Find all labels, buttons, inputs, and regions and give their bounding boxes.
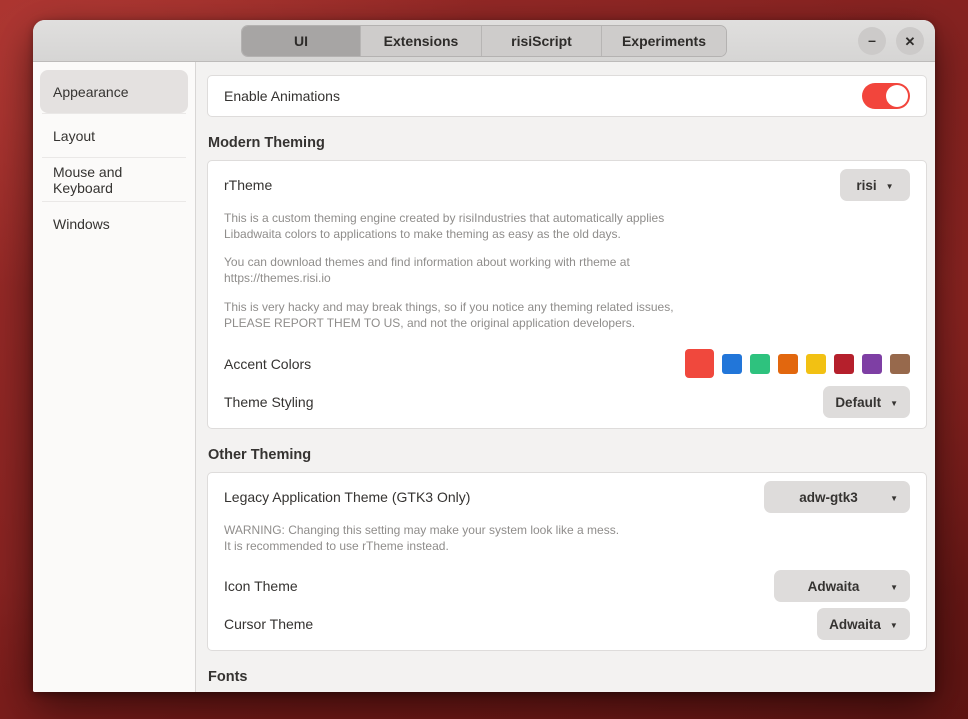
sidebar: Appearance Layout Mouse and Keyboard Win…	[33, 62, 196, 692]
sidebar-item-appearance[interactable]: Appearance	[40, 70, 188, 113]
tab-risiscript[interactable]: risiScript	[482, 26, 602, 56]
legacy-theme-row: Legacy Application Theme (GTK3 Only) adw…	[208, 473, 926, 515]
theme-styling-label: Theme Styling	[224, 394, 314, 410]
legacy-theme-dropdown[interactable]: adw-gtk3 ▼	[764, 481, 910, 513]
close-icon: ✕	[904, 33, 916, 49]
window-controls: – ✕	[858, 27, 924, 55]
accent-colors-label: Accent Colors	[224, 355, 312, 372]
modern-theming-card: rTheme risi ▼ This is a custom theming e…	[207, 160, 927, 429]
icon-theme-row: Icon Theme Adwaita ▼	[208, 566, 926, 602]
enable-animations-row: Enable Animations	[208, 76, 926, 116]
legacy-theme-value: adw-gtk3	[799, 489, 858, 505]
tab-group: UI Extensions risiScript Experiments	[241, 25, 727, 57]
section-header-other-theming: Other Theming	[208, 447, 312, 463]
accent-swatch-green[interactable]	[750, 353, 770, 374]
cursor-theme-row: Cursor Theme Adwaita ▼	[208, 602, 926, 650]
chevron-down-icon: ▼	[890, 398, 898, 408]
icon-theme-label: Icon Theme	[224, 578, 298, 594]
rtheme-download-info: You can download themes and find informa…	[224, 255, 630, 285]
rtheme-row: rTheme risi ▼	[208, 161, 926, 203]
other-theming-card: Legacy Application Theme (GTK3 Only) adw…	[207, 472, 927, 651]
section-header-fonts: Fonts	[208, 669, 248, 685]
accent-swatch-purple[interactable]	[862, 353, 882, 374]
enable-animations-card: Enable Animations	[207, 75, 927, 117]
tab-experiments[interactable]: Experiments	[602, 26, 726, 56]
chevron-down-icon: ▼	[890, 493, 898, 503]
rtheme-dropdown[interactable]: risi ▼	[840, 169, 910, 201]
toggle-knob	[886, 85, 908, 107]
chevron-down-icon: ▼	[889, 620, 898, 630]
theme-styling-row: Theme Styling Default ▼	[208, 380, 926, 428]
rtheme-value: risi	[856, 177, 877, 193]
tab-ui[interactable]: UI	[242, 26, 361, 56]
minimize-button[interactable]: –	[858, 27, 886, 55]
settings-window: UI Extensions risiScript Experiments – ✕…	[33, 20, 935, 692]
titlebar[interactable]: UI Extensions risiScript Experiments – ✕	[33, 20, 935, 62]
section-header-modern-theming: Modern Theming	[208, 135, 325, 151]
theme-styling-dropdown[interactable]: Default ▼	[823, 386, 910, 418]
accent-swatch-orange[interactable]	[778, 353, 798, 374]
accent-swatch-red[interactable]	[685, 349, 714, 378]
enable-animations-label: Enable Animations	[224, 88, 340, 104]
chevron-down-icon: ▼	[885, 181, 894, 191]
cursor-theme-value: Adwaita	[829, 616, 881, 632]
accent-swatch-dark-red[interactable]	[834, 353, 854, 374]
rtheme-description: This is a custom theming engine created …	[224, 211, 665, 241]
close-button[interactable]: ✕	[896, 27, 924, 55]
chevron-down-icon: ▼	[890, 582, 898, 592]
legacy-theme-label: Legacy Application Theme (GTK3 Only)	[224, 489, 471, 505]
window-body: Appearance Layout Mouse and Keyboard Win…	[33, 62, 935, 692]
accent-swatch-brown[interactable]	[890, 353, 910, 374]
desktop-background: UI Extensions risiScript Experiments – ✕…	[0, 0, 968, 719]
main-content: Enable Animations Modern Theming rTheme …	[196, 62, 935, 692]
legacy-theme-warning: WARNING: Changing this setting may make …	[224, 523, 620, 553]
accent-swatch-blue[interactable]	[722, 353, 742, 374]
rtheme-label: rTheme	[224, 177, 273, 193]
tab-extensions[interactable]: Extensions	[361, 26, 482, 56]
minimize-icon: –	[868, 32, 876, 48]
icon-theme-value: Adwaita	[807, 578, 860, 594]
cursor-theme-label: Cursor Theme	[224, 616, 314, 632]
accent-swatch-yellow[interactable]	[806, 353, 826, 374]
sidebar-item-windows[interactable]: Windows	[40, 202, 188, 245]
icon-theme-dropdown[interactable]: Adwaita ▼	[774, 570, 910, 602]
accent-swatch-strip	[677, 349, 910, 378]
sidebar-item-mouse-and-keyboard[interactable]: Mouse and Keyboard	[40, 158, 188, 201]
rtheme-warning-text: This is very hacky and may break things,…	[224, 300, 674, 330]
accent-colors-row: Accent Colors	[208, 345, 926, 380]
theme-styling-value: Default	[835, 394, 882, 410]
cursor-theme-dropdown[interactable]: Adwaita ▼	[817, 608, 910, 640]
sidebar-item-layout[interactable]: Layout	[40, 114, 188, 157]
enable-animations-toggle[interactable]	[862, 83, 910, 109]
